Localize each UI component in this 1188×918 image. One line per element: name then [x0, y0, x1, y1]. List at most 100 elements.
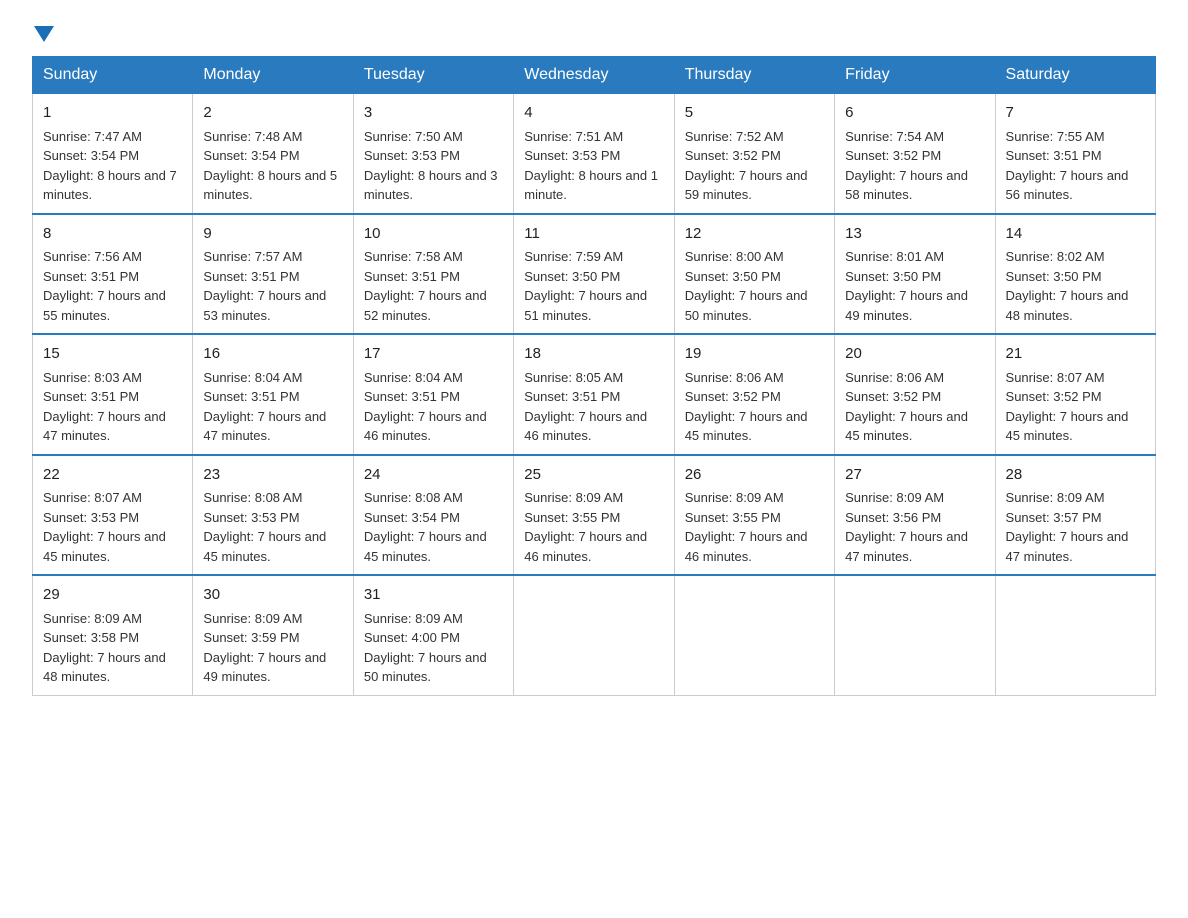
calendar-day-cell: 12 Sunrise: 8:00 AM Sunset: 3:50 PM Dayl… [674, 214, 834, 335]
day-sunset: Sunset: 3:54 PM [364, 510, 460, 525]
day-daylight: Daylight: 7 hours and 48 minutes. [1006, 288, 1129, 323]
day-sunrise: Sunrise: 8:08 AM [364, 490, 463, 505]
calendar-empty-cell [995, 575, 1155, 695]
day-sunrise: Sunrise: 8:09 AM [1006, 490, 1105, 505]
day-sunset: Sunset: 3:53 PM [364, 148, 460, 163]
day-daylight: Daylight: 7 hours and 52 minutes. [364, 288, 487, 323]
calendar-day-cell: 26 Sunrise: 8:09 AM Sunset: 3:55 PM Dayl… [674, 455, 834, 576]
day-daylight: Daylight: 7 hours and 58 minutes. [845, 168, 968, 203]
day-daylight: Daylight: 7 hours and 47 minutes. [43, 409, 166, 444]
day-number: 29 [43, 584, 182, 607]
day-number: 13 [845, 223, 984, 246]
calendar-day-cell: 21 Sunrise: 8:07 AM Sunset: 3:52 PM Dayl… [995, 334, 1155, 455]
calendar-day-cell: 5 Sunrise: 7:52 AM Sunset: 3:52 PM Dayli… [674, 93, 834, 214]
calendar-day-cell: 22 Sunrise: 8:07 AM Sunset: 3:53 PM Dayl… [33, 455, 193, 576]
day-number: 1 [43, 102, 182, 125]
day-daylight: Daylight: 7 hours and 45 minutes. [364, 529, 487, 564]
calendar-day-cell: 19 Sunrise: 8:06 AM Sunset: 3:52 PM Dayl… [674, 334, 834, 455]
day-number: 19 [685, 343, 824, 366]
calendar-header-sunday: Sunday [33, 57, 193, 93]
day-daylight: Daylight: 7 hours and 45 minutes. [203, 529, 326, 564]
day-number: 2 [203, 102, 342, 125]
calendar-empty-cell [835, 575, 995, 695]
calendar-day-cell: 10 Sunrise: 7:58 AM Sunset: 3:51 PM Dayl… [353, 214, 513, 335]
calendar-header-tuesday: Tuesday [353, 57, 513, 93]
day-sunrise: Sunrise: 8:09 AM [524, 490, 623, 505]
day-sunset: Sunset: 3:51 PM [364, 389, 460, 404]
day-daylight: Daylight: 7 hours and 59 minutes. [685, 168, 808, 203]
calendar-day-cell: 30 Sunrise: 8:09 AM Sunset: 3:59 PM Dayl… [193, 575, 353, 695]
day-sunset: Sunset: 3:51 PM [203, 269, 299, 284]
day-sunrise: Sunrise: 8:06 AM [685, 370, 784, 385]
day-sunrise: Sunrise: 7:54 AM [845, 129, 944, 144]
day-number: 10 [364, 223, 503, 246]
day-sunrise: Sunrise: 8:09 AM [364, 611, 463, 626]
day-daylight: Daylight: 7 hours and 55 minutes. [43, 288, 166, 323]
day-daylight: Daylight: 7 hours and 50 minutes. [685, 288, 808, 323]
day-number: 12 [685, 223, 824, 246]
day-sunset: Sunset: 3:52 PM [685, 148, 781, 163]
day-number: 31 [364, 584, 503, 607]
day-daylight: Daylight: 8 hours and 5 minutes. [203, 168, 337, 203]
day-sunset: Sunset: 3:50 PM [845, 269, 941, 284]
day-number: 18 [524, 343, 663, 366]
calendar-day-cell: 4 Sunrise: 7:51 AM Sunset: 3:53 PM Dayli… [514, 93, 674, 214]
calendar-day-cell: 3 Sunrise: 7:50 AM Sunset: 3:53 PM Dayli… [353, 93, 513, 214]
day-number: 20 [845, 343, 984, 366]
day-sunset: Sunset: 3:51 PM [203, 389, 299, 404]
calendar-week-row: 8 Sunrise: 7:56 AM Sunset: 3:51 PM Dayli… [33, 214, 1156, 335]
day-sunrise: Sunrise: 8:09 AM [845, 490, 944, 505]
calendar-day-cell: 14 Sunrise: 8:02 AM Sunset: 3:50 PM Dayl… [995, 214, 1155, 335]
calendar-header-monday: Monday [193, 57, 353, 93]
day-sunrise: Sunrise: 7:55 AM [1006, 129, 1105, 144]
day-sunset: Sunset: 3:57 PM [1006, 510, 1102, 525]
day-sunset: Sunset: 3:52 PM [845, 148, 941, 163]
calendar-week-row: 29 Sunrise: 8:09 AM Sunset: 3:58 PM Dayl… [33, 575, 1156, 695]
page-header [32, 24, 1156, 40]
day-sunset: Sunset: 3:52 PM [1006, 389, 1102, 404]
day-sunrise: Sunrise: 7:52 AM [685, 129, 784, 144]
calendar-header-thursday: Thursday [674, 57, 834, 93]
day-daylight: Daylight: 8 hours and 1 minute. [524, 168, 658, 203]
calendar-empty-cell [514, 575, 674, 695]
logo-triangle-icon [34, 26, 54, 42]
calendar-week-row: 22 Sunrise: 8:07 AM Sunset: 3:53 PM Dayl… [33, 455, 1156, 576]
day-daylight: Daylight: 7 hours and 46 minutes. [685, 529, 808, 564]
day-number: 26 [685, 464, 824, 487]
calendar-header-friday: Friday [835, 57, 995, 93]
day-number: 23 [203, 464, 342, 487]
day-sunset: Sunset: 4:00 PM [364, 630, 460, 645]
day-daylight: Daylight: 7 hours and 53 minutes. [203, 288, 326, 323]
day-number: 14 [1006, 223, 1145, 246]
day-daylight: Daylight: 7 hours and 46 minutes. [524, 409, 647, 444]
day-sunrise: Sunrise: 8:09 AM [203, 611, 302, 626]
calendar-header-row: SundayMondayTuesdayWednesdayThursdayFrid… [33, 57, 1156, 93]
day-sunrise: Sunrise: 8:07 AM [43, 490, 142, 505]
logo [32, 24, 54, 40]
calendar-day-cell: 31 Sunrise: 8:09 AM Sunset: 4:00 PM Dayl… [353, 575, 513, 695]
day-daylight: Daylight: 7 hours and 46 minutes. [364, 409, 487, 444]
calendar-day-cell: 9 Sunrise: 7:57 AM Sunset: 3:51 PM Dayli… [193, 214, 353, 335]
day-number: 25 [524, 464, 663, 487]
calendar-day-cell: 11 Sunrise: 7:59 AM Sunset: 3:50 PM Dayl… [514, 214, 674, 335]
day-number: 15 [43, 343, 182, 366]
day-sunset: Sunset: 3:53 PM [524, 148, 620, 163]
day-daylight: Daylight: 7 hours and 45 minutes. [685, 409, 808, 444]
day-sunset: Sunset: 3:51 PM [364, 269, 460, 284]
day-sunrise: Sunrise: 7:57 AM [203, 249, 302, 264]
day-sunrise: Sunrise: 8:03 AM [43, 370, 142, 385]
calendar-day-cell: 25 Sunrise: 8:09 AM Sunset: 3:55 PM Dayl… [514, 455, 674, 576]
day-sunrise: Sunrise: 8:07 AM [1006, 370, 1105, 385]
day-sunrise: Sunrise: 8:02 AM [1006, 249, 1105, 264]
day-daylight: Daylight: 8 hours and 3 minutes. [364, 168, 498, 203]
logo-blue-text [32, 24, 54, 40]
day-sunset: Sunset: 3:51 PM [524, 389, 620, 404]
day-daylight: Daylight: 7 hours and 49 minutes. [845, 288, 968, 323]
calendar-day-cell: 16 Sunrise: 8:04 AM Sunset: 3:51 PM Dayl… [193, 334, 353, 455]
day-sunset: Sunset: 3:51 PM [43, 269, 139, 284]
calendar-day-cell: 2 Sunrise: 7:48 AM Sunset: 3:54 PM Dayli… [193, 93, 353, 214]
day-daylight: Daylight: 7 hours and 56 minutes. [1006, 168, 1129, 203]
day-sunset: Sunset: 3:51 PM [43, 389, 139, 404]
day-number: 7 [1006, 102, 1145, 125]
day-daylight: Daylight: 7 hours and 51 minutes. [524, 288, 647, 323]
